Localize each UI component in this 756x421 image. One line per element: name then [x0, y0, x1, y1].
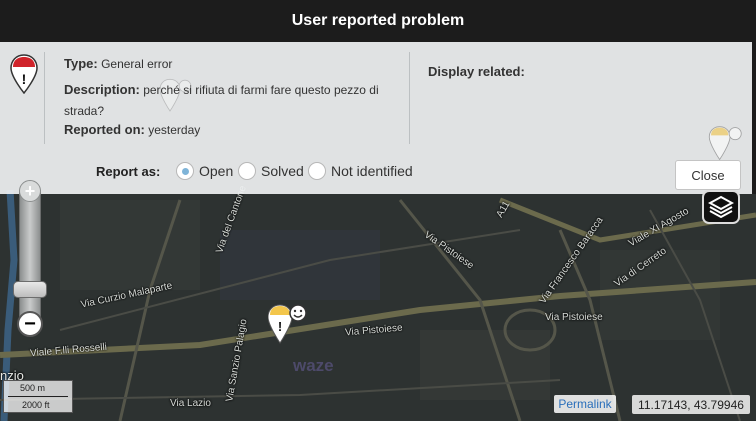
radio-solved[interactable]: Solved — [238, 162, 304, 180]
problem-type: Type: General error — [64, 56, 172, 71]
permalink-link[interactable]: Permalink — [554, 395, 616, 413]
radio-open[interactable]: Open — [176, 162, 233, 180]
street-label: Via Lazio — [170, 398, 211, 409]
problem-description: Description: perché si rifiuta di farmi … — [64, 79, 389, 122]
zoom-out-icon[interactable]: − — [17, 311, 43, 337]
description-label: Description: — [64, 82, 140, 97]
svg-text:!: ! — [278, 319, 282, 334]
panel-edge — [752, 42, 756, 194]
problem-reported-on: Reported on: yesterday — [64, 122, 200, 137]
radio-button-checked[interactable] — [176, 162, 194, 180]
map-scale: 500 m 2000 ft — [3, 380, 73, 413]
radio-label: Solved — [261, 163, 304, 179]
radio-label: Not identified — [331, 163, 413, 179]
scale-line — [8, 396, 68, 397]
problem-marker-icon: ! — [10, 54, 38, 95]
svg-text:!: ! — [22, 71, 27, 87]
reported-label: Reported on: — [64, 122, 145, 137]
divider — [44, 52, 45, 144]
street-label: Via Pistoiese — [545, 312, 603, 323]
layers-icon[interactable] — [702, 190, 740, 224]
dialog-title: User reported problem — [0, 0, 756, 42]
report-as-label: Report as: — [96, 164, 161, 179]
zoom-slider-handle[interactable] — [13, 281, 47, 298]
type-label: Type: — [64, 56, 98, 71]
display-related-label: Display related: — [428, 64, 525, 79]
radio-not-identified[interactable]: Not identified — [308, 162, 413, 180]
radio-button[interactable] — [308, 162, 326, 180]
coordinates-readout: 11.17143, 43.79946 — [632, 395, 750, 414]
waze-watermark: waze — [293, 356, 334, 375]
radio-label: Open — [199, 163, 234, 179]
radio-button[interactable] — [238, 162, 256, 180]
close-button[interactable]: Close — [675, 160, 741, 190]
scale-metric: 500 m — [20, 383, 46, 393]
reported-value: yesterday — [148, 123, 201, 137]
zoom-in-icon[interactable]: + — [19, 180, 41, 202]
type-value: General error — [101, 57, 173, 71]
scale-imperial: 2000 ft — [22, 400, 50, 410]
zoom-slider-track[interactable] — [19, 190, 41, 320]
divider — [409, 52, 410, 144]
